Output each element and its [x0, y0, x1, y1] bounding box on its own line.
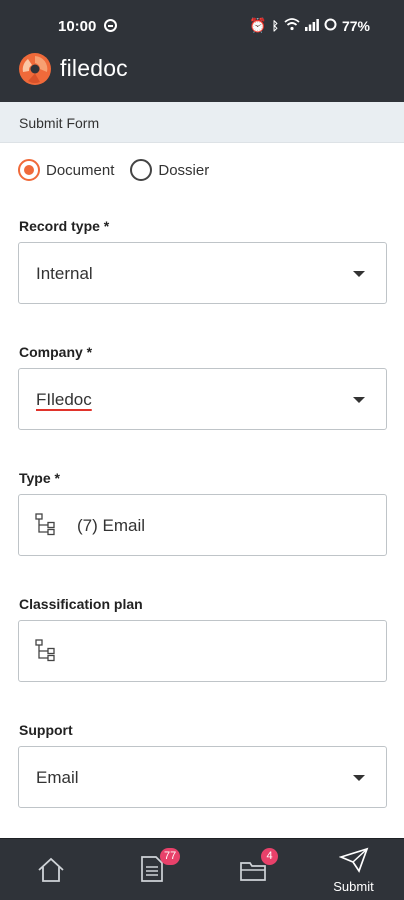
nav-folders[interactable]: 4 — [202, 839, 303, 900]
section-header: Submit Form — [0, 102, 404, 143]
nav-documents[interactable]: 77 — [101, 839, 202, 900]
support-value: Email — [36, 768, 79, 787]
documents-count-badge: 77 — [160, 848, 181, 865]
chevron-down-icon — [353, 775, 365, 781]
nav-home[interactable] — [0, 839, 101, 900]
tree-structure-icon — [35, 639, 55, 662]
home-icon — [37, 857, 64, 882]
filedoc-logo-icon — [19, 53, 51, 85]
app-header: filedoc — [0, 52, 404, 102]
support-label: Support — [19, 722, 73, 738]
chevron-down-icon — [353, 397, 365, 403]
signal-icon — [304, 18, 319, 34]
type-label: Type * — [19, 470, 60, 486]
radio-dossier-label: Dossier — [158, 161, 210, 179]
bottom-navigation: 77 4 Submit — [0, 838, 404, 900]
type-tree-picker[interactable]: (7) Email — [18, 494, 387, 556]
company-label: Company * — [19, 344, 93, 360]
record-type-value: Internal — [36, 264, 93, 283]
status-bar: 10:00 ⏰ ᛒ 77% — [0, 0, 404, 52]
battery-percentage: 77% — [341, 17, 370, 34]
battery-icon — [324, 18, 337, 34]
section-title: Submit Form — [19, 115, 100, 131]
do-not-disturb-icon — [104, 19, 117, 32]
record-kind-radio-group: Document Dossier — [18, 159, 225, 181]
wifi-icon — [284, 17, 300, 34]
tree-structure-icon — [35, 513, 55, 536]
nav-submit-label: Submit — [333, 879, 374, 894]
classification-plan-label: Classification plan — [19, 596, 143, 612]
classification-plan-tree-picker[interactable] — [18, 620, 387, 682]
nav-submit[interactable]: Submit — [303, 839, 404, 900]
chevron-down-icon — [353, 271, 365, 277]
bluetooth-icon: ᛒ — [271, 18, 279, 33]
status-time: 10:00 — [58, 18, 97, 35]
support-select[interactable]: Email — [18, 746, 387, 808]
system-icons: ⏰ ᛒ 77% — [249, 17, 370, 34]
record-type-label: Record type * — [19, 218, 110, 234]
radio-document-indicator[interactable] — [18, 159, 40, 181]
company-select[interactable]: FIledoc — [18, 368, 387, 430]
radio-dossier[interactable]: Dossier — [130, 159, 209, 181]
alarm-icon: ⏰ — [249, 17, 267, 33]
radio-dossier-indicator[interactable] — [130, 159, 153, 181]
folders-count-badge: 4 — [261, 848, 278, 865]
send-icon — [338, 847, 368, 873]
radio-document-label: Document — [46, 161, 115, 179]
type-value: (7) Email — [77, 516, 146, 535]
record-type-select[interactable]: Internal — [18, 242, 387, 304]
radio-document[interactable]: Document — [18, 159, 114, 181]
company-value: FIledoc — [36, 390, 92, 409]
app-name: filedoc — [60, 55, 128, 81]
